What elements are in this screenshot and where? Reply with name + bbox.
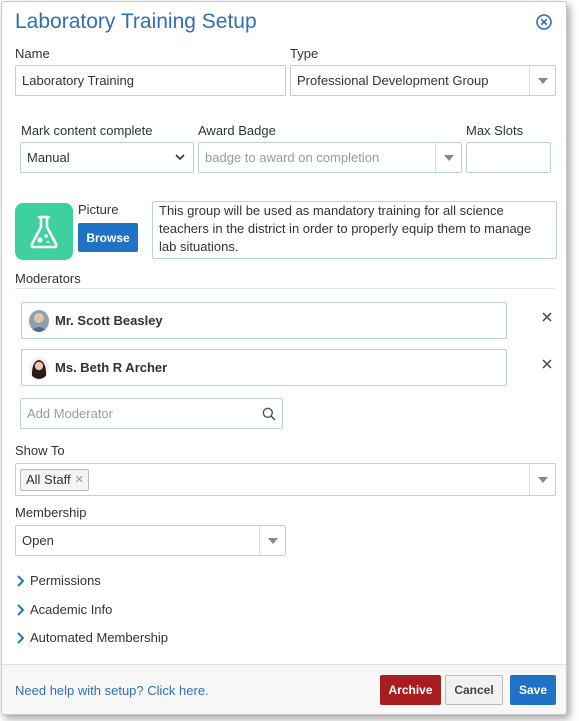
- description-textarea[interactable]: This group will be used as mandatory tra…: [152, 201, 557, 259]
- membership-label: Membership: [15, 505, 87, 520]
- chevron-down-icon: [435, 143, 461, 172]
- group-setup-dialog: Laboratory Training Setup Name Laborator…: [1, 1, 567, 715]
- help-link[interactable]: Need help with setup? Click here.: [15, 683, 209, 698]
- type-select[interactable]: Professional Development Group: [290, 65, 556, 96]
- membership-value: Open: [22, 533, 54, 548]
- chevron-right-icon: [17, 574, 24, 587]
- moderator-name: Mr. Scott Beasley: [55, 313, 163, 328]
- archive-button[interactable]: Archive: [380, 675, 441, 705]
- save-button[interactable]: Save: [510, 675, 556, 705]
- browse-button[interactable]: Browse: [78, 223, 138, 252]
- flask-icon: [30, 215, 58, 248]
- search-icon: [262, 407, 276, 421]
- name-label: Name: [15, 46, 50, 61]
- membership-select[interactable]: Open: [15, 525, 286, 556]
- section-label: Academic Info: [30, 602, 113, 617]
- award-badge-select[interactable]: badge to award on completion: [198, 142, 462, 173]
- show-to-chip-label: All Staff: [26, 472, 71, 487]
- dialog-title: Laboratory Training Setup: [15, 10, 257, 33]
- avatar: [29, 356, 49, 379]
- avatar: [29, 309, 49, 332]
- award-badge-label: Award Badge: [198, 123, 276, 138]
- remove-moderator-icon[interactable]: [541, 311, 553, 323]
- name-input[interactable]: Laboratory Training: [15, 65, 286, 96]
- cancel-button[interactable]: Cancel: [445, 675, 503, 705]
- remove-moderator-icon[interactable]: [541, 358, 553, 370]
- add-moderator-placeholder: Add Moderator: [27, 406, 113, 421]
- show-to-label: Show To: [15, 443, 65, 458]
- mark-complete-label: Mark content complete: [21, 123, 153, 138]
- chevron-right-icon: [17, 603, 24, 616]
- max-slots-input[interactable]: [466, 142, 551, 173]
- show-to-select[interactable]: All Staff ✕: [15, 463, 556, 496]
- chevron-down-icon: [259, 526, 285, 555]
- show-to-chip: All Staff ✕: [20, 468, 89, 491]
- chevron-down-icon: [529, 464, 555, 495]
- type-select-value: Professional Development Group: [297, 73, 489, 88]
- chevron-down-icon: [167, 143, 193, 172]
- section-academic-info[interactable]: Academic Info: [16, 602, 112, 617]
- award-badge-placeholder: badge to award on completion: [205, 150, 380, 165]
- moderators-divider: [15, 288, 555, 289]
- name-input-value: Laboratory Training: [22, 73, 135, 88]
- moderator-card: Ms. Beth R Archer: [21, 349, 507, 386]
- section-automated-membership[interactable]: Automated Membership: [16, 630, 168, 645]
- section-label: Permissions: [30, 573, 101, 588]
- picture-thumbnail: [15, 203, 73, 260]
- mark-complete-select[interactable]: Manual: [20, 142, 194, 173]
- mark-complete-value: Manual: [27, 150, 70, 165]
- moderator-name: Ms. Beth R Archer: [55, 360, 168, 375]
- chevron-right-icon: [17, 631, 24, 644]
- close-icon[interactable]: [536, 14, 552, 30]
- chevron-down-icon: [529, 66, 555, 95]
- type-label: Type: [290, 46, 319, 61]
- chip-remove-icon[interactable]: ✕: [75, 473, 84, 486]
- moderators-label: Moderators: [15, 271, 81, 286]
- add-moderator-input[interactable]: Add Moderator: [20, 398, 283, 429]
- picture-label: Picture: [78, 202, 119, 217]
- dialog-footer: Need help with setup? Click here. Archiv…: [2, 664, 566, 714]
- max-slots-label: Max Slots: [466, 123, 524, 138]
- moderator-card: Mr. Scott Beasley: [21, 302, 507, 339]
- section-label: Automated Membership: [30, 630, 169, 645]
- section-permissions[interactable]: Permissions: [16, 573, 101, 588]
